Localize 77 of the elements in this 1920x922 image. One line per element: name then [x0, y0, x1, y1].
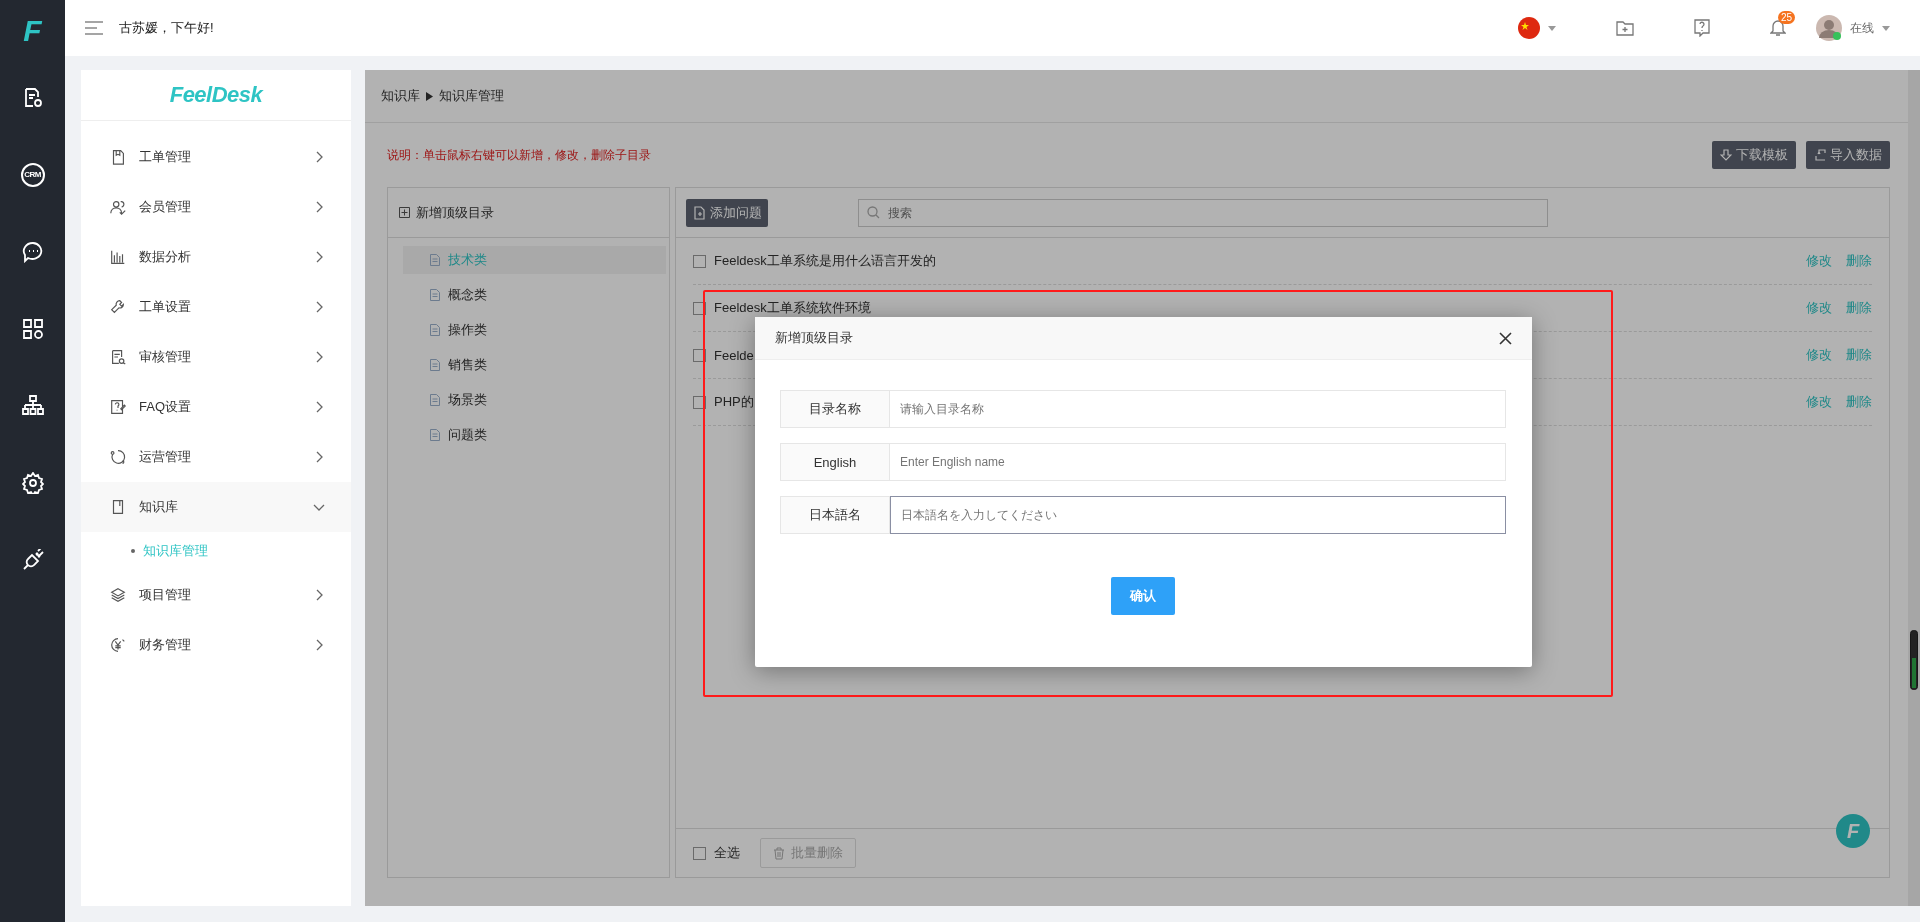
tree-item[interactable]: 销售类 — [403, 351, 666, 379]
field-label: 日本語名 — [780, 496, 890, 534]
status-label[interactable]: 在线 — [1850, 19, 1874, 37]
menu-item[interactable]: 财务管理 — [81, 620, 351, 670]
menu-item[interactable]: 审核管理 — [81, 332, 351, 382]
search-field[interactable]: 搜索 — [858, 198, 1548, 227]
notification-badge: 25 — [1778, 11, 1796, 24]
input-field[interactable]: 日本語名を入力してください — [890, 496, 1506, 534]
org-chart-icon[interactable] — [21, 394, 44, 417]
trash-icon — [773, 846, 785, 860]
menu-item[interactable]: 工单管理 — [81, 132, 351, 182]
folder-plus-icon[interactable] — [1616, 20, 1634, 36]
document-icon — [430, 324, 440, 336]
logo[interactable]: F — [23, 0, 42, 59]
plug-icon[interactable] — [21, 548, 44, 571]
caret-icon[interactable] — [1548, 25, 1556, 31]
question-title[interactable]: Feeldesk工单系统是用什么语言开发的 — [714, 252, 936, 270]
menu-item[interactable]: 项目管理 — [81, 570, 351, 620]
greeting: 古苏媛，下午好! — [119, 19, 214, 37]
help-icon[interactable] — [1694, 19, 1710, 37]
field-label: 目录名称 — [780, 390, 890, 428]
triangle-right-icon — [426, 91, 433, 101]
yen-icon — [109, 636, 127, 654]
document-search-icon — [109, 348, 127, 366]
breadcrumb-item[interactable]: 知识库 — [381, 87, 420, 105]
caret-icon[interactable] — [1882, 25, 1890, 31]
close-icon[interactable] — [1499, 331, 1512, 345]
instruction-text: 说明：单击鼠标右键可以新增，修改，删除子目录 — [387, 146, 651, 164]
tree-item[interactable]: 概念类 — [403, 281, 666, 309]
document-icon — [430, 289, 440, 301]
crm-icon[interactable]: CRM — [20, 162, 45, 187]
add-question-button[interactable]: 添加问题 — [686, 198, 768, 227]
cycle-icon — [109, 448, 127, 466]
menu-icon[interactable] — [85, 21, 103, 35]
logo: FeelDesk — [169, 82, 263, 108]
bell-icon[interactable] — [1770, 19, 1786, 37]
avatar[interactable] — [1816, 15, 1842, 41]
checkbox[interactable] — [693, 846, 706, 860]
import-icon — [1814, 149, 1826, 161]
tree-item[interactable]: 问题类 — [403, 421, 666, 449]
layers-icon — [109, 586, 127, 604]
wrench-icon — [109, 298, 127, 316]
question-title[interactable]: PHP的 — [714, 393, 754, 411]
add-top-directory-link[interactable]: 新增顶级目录 — [399, 203, 494, 222]
menu-item[interactable]: 运营管理 — [81, 432, 351, 482]
document-icon — [430, 254, 440, 266]
tree-item[interactable]: 场景类 — [403, 386, 666, 414]
chat-icon[interactable] — [21, 240, 44, 263]
tree-item[interactable]: 操作类 — [403, 316, 666, 344]
bar-chart-icon — [109, 248, 127, 266]
breadcrumb-item: 知识库管理 — [439, 87, 504, 105]
flag-icon[interactable] — [1518, 17, 1540, 39]
menu-item[interactable]: 数据分析 — [81, 232, 351, 282]
search-input[interactable]: 搜索 — [886, 204, 1539, 221]
menu-item[interactable]: 知识库 — [81, 482, 351, 532]
question-title[interactable]: Feeldesk工单系统软件环境 — [714, 299, 871, 317]
settings-icon[interactable] — [21, 471, 44, 494]
menu-item[interactable]: 会员管理 — [81, 182, 351, 232]
document-icon — [430, 429, 440, 441]
question-title[interactable]: Feelde — [714, 347, 754, 363]
download-template-button[interactable]: 下载模板 — [1712, 141, 1796, 169]
select-all-label[interactable]: 全选 — [714, 844, 740, 862]
download-icon — [1720, 149, 1732, 161]
menu-item[interactable]: FAQ设置 — [81, 382, 351, 432]
import-data-button[interactable]: 导入数据 — [1806, 141, 1890, 169]
add-document-icon — [692, 205, 706, 220]
field-label: English — [780, 443, 890, 481]
menu-item[interactable]: 工单设置 — [81, 282, 351, 332]
document-icon — [430, 359, 440, 371]
checkbox[interactable] — [693, 254, 706, 268]
level-meter-drawing — [1910, 630, 1918, 690]
document-icon — [430, 394, 440, 406]
search-icon — [867, 206, 880, 219]
people-icon — [109, 198, 127, 216]
grid-gear-icon[interactable] — [21, 317, 44, 340]
dialog-title: 新增顶级目录 — [775, 329, 853, 347]
question-doc-icon — [109, 398, 127, 416]
